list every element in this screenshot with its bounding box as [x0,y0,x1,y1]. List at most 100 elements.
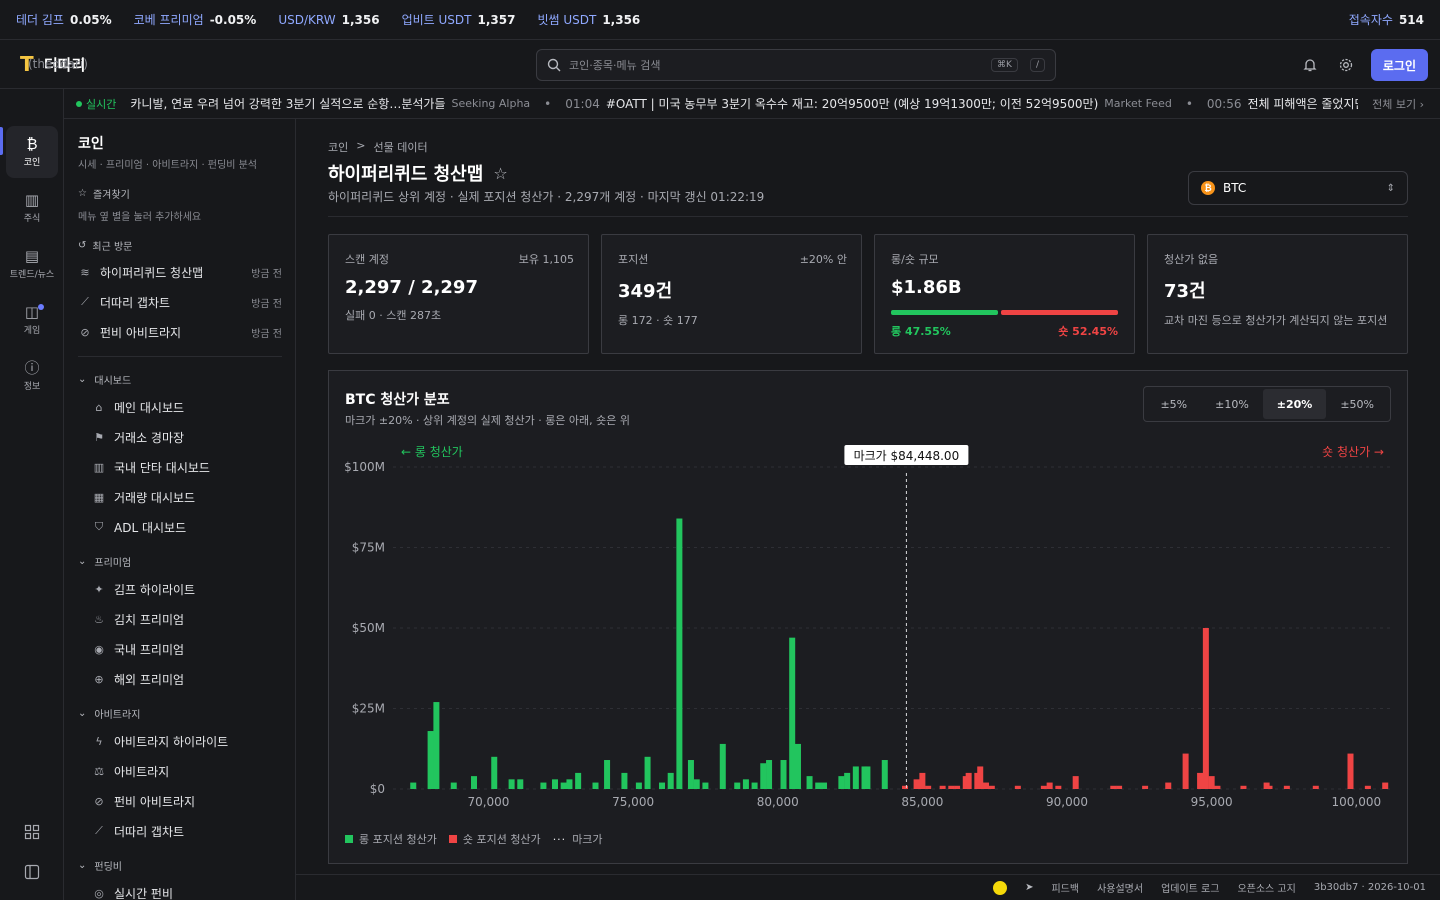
recent-section: ↺ 최근 방문 [78,240,133,253]
breadcrumb-root[interactable]: 코인 [328,139,348,155]
long-liquidation-bar [575,772,582,789]
range-option[interactable]: ±5% [1146,389,1201,419]
percent-icon: ⊘ [94,794,104,808]
short-liquidation-bar [1142,785,1149,789]
group-arbitrage[interactable]: ⌄ 아비트라지 [78,706,140,721]
bell-icon[interactable] [1299,54,1321,76]
short-liquidation-bar [919,772,926,789]
chart-legend: 롱 포지션 청산가 숏 포지션 청산가 ··· 마크가 [345,831,603,847]
ticker-item[interactable]: 테더 김프 0.05% [16,11,112,28]
gear-icon[interactable] [1335,54,1357,76]
news-strip: 실시간 카니발, 연료 우려 넘어 강력한 3분기 실적으로 순항…분석가들 Se… [64,89,1440,119]
app-rail: ₿ 코인 ▥ 주식 ▤ 트렌드/뉴스 ◫ 게임 ⓘ 정보 [0,89,64,900]
range-option-active[interactable]: ±20% [1262,389,1327,419]
see-all-news-link[interactable]: 전체 보기 › [1358,89,1440,118]
percent-icon: ⊘ [80,325,90,339]
history-icon: ↺ [78,240,87,251]
recent-item[interactable]: ⟋ 더따리 갭차트 방금 전 [78,290,282,314]
app-logo[interactable]: T 더따리 (theddari) [0,52,300,76]
search-input[interactable]: 코인·종목·메뉴 검색 ⌘K / [536,49,1056,81]
ticker-item[interactable]: 빗썸 USDT 1,356 [537,11,640,28]
rail-item-news[interactable]: ▤ 트렌드/뉴스 [6,238,58,290]
news-item[interactable]: 01:04 #OATT | 미국 농무부 3분기 옥수수 재고: 20억9500만… [565,95,1172,112]
sidebar-toggle-icon[interactable] [6,846,58,898]
menu-item[interactable]: ◉ 국내 프리미엄 [92,638,184,660]
long-liquidation-bar [491,756,498,789]
news-item[interactable]: 카니발, 연료 우려 넘어 강력한 3분기 실적으로 순항…분석가들 Seekin… [130,95,530,112]
range-option[interactable]: ±50% [1326,389,1388,419]
ticker-bar: 테더 김프 0.05% 코베 프리미엄 -0.05% USD/KRW 1,356 업비… [0,0,1440,40]
flame-icon: ♨ [94,612,104,626]
short-liquidation-bar [1364,785,1371,789]
long-liquidation-bar [667,772,674,789]
short-direction-label: 숏 청산가 → [1322,445,1384,459]
rail-item-game[interactable]: ◫ 게임 [6,294,58,346]
coin-select[interactable]: ₿ BTC ⇕ [1188,171,1408,205]
bolt-icon: ϟ [95,734,103,748]
build-info: 3b30db7 · 2026-10-01 [1313,882,1426,893]
rail-active-indicator [0,127,3,155]
group-dashboard[interactable]: ⌄ 대시보드 [78,372,131,387]
long-liquidation-bar [410,782,417,789]
long-liquidation-bar [881,760,888,789]
ticker-item[interactable]: 업비트 USDT 1,357 [402,11,516,28]
group-funding[interactable]: ⌄ 펀딩비 [78,858,122,873]
ticker-item[interactable]: 코베 프리미엄 -0.05% [134,11,257,28]
chart-title: BTC 청산가 분포 [345,392,450,408]
short-liquidation-bar [913,779,920,789]
chat-icon[interactable] [993,880,1008,895]
login-button[interactable]: 로그인 [1370,49,1428,81]
footer-link[interactable]: 피드백 [1051,880,1079,895]
x-tick-label: 75,000 [612,795,654,809]
map-pin-icon: ◉ [94,642,104,656]
footer: ➤ 피드백 사용설명서 업데이트 로그 오픈소스 고지 3b30db7 · 20… [296,874,1440,900]
range-option[interactable]: ±10% [1201,389,1263,419]
footer-link[interactable]: 오픈소스 고지 [1237,880,1295,895]
news-separator: • [544,96,552,111]
menu-item[interactable]: ⌂ 메인 대시보드 [92,396,185,418]
long-percent: 롱 47.55% [891,325,951,338]
recent-item[interactable]: ⊘ 펀비 아비트라지 방금 전 [78,320,282,344]
footer-link[interactable]: 업데이트 로그 [1161,880,1219,895]
sidebar-subtitle: 시세 · 프리미엄 · 아비트라지 · 펀딩비 분석 [78,160,257,171]
menu-item[interactable]: ◎ 실시간 펀비 [92,882,173,900]
short-liquidation-bar [983,782,990,789]
star-icon[interactable]: ☆ [493,164,507,183]
telegram-icon[interactable]: ➤ [1025,882,1033,893]
ticker-item[interactable]: USD/KRW 1,356 [278,13,379,27]
footer-link[interactable]: 사용설명서 [1097,880,1143,895]
chevron-down-icon: ⌄ [78,556,87,567]
menu-item[interactable]: ⊕ 해외 프리미엄 [92,668,184,690]
menu-item[interactable]: ⊘ 펀비 아비트라지 [92,790,195,812]
rail-item-stock[interactable]: ▥ 주식 [6,182,58,234]
chevron-down-icon: ⌄ [78,860,87,871]
short-liquidation-bar [1266,785,1273,789]
menu-item[interactable]: ⟋ 더따리 갭차트 [92,820,184,842]
live-badge: 실시간 [76,96,116,112]
group-premium[interactable]: ⌄ 프리미엄 [78,554,131,569]
long-liquidation-bar [702,782,709,789]
menu-item[interactable]: ⚖ 아비트라지 [92,760,169,782]
short-liquidation-bar [925,785,932,789]
long-liquidation-bar [433,702,440,789]
short-liquidation-bar [977,766,984,789]
rail-item-info[interactable]: ⓘ 정보 [6,350,58,402]
menu-item[interactable]: ✦ 김프 하이라이트 [92,578,195,600]
menu-item[interactable]: ⛉ ADL 대시보드 [92,516,186,538]
menu-item[interactable]: ϟ 아비트라지 하이라이트 [92,730,228,752]
chart-description: 마크가 ±20% · 상위 계정의 실제 청산가 · 롱은 아래, 숏은 위 [345,414,631,427]
menu-item[interactable]: ⚑ 거래소 경마장 [92,426,184,448]
breadcrumb-separator: > [356,139,366,152]
newspaper-icon: ▤ [24,247,40,265]
short-liquidation-bar [902,785,909,789]
recent-item[interactable]: ≋ 하이퍼리퀴드 청산맵 방금 전 [78,260,282,284]
stat-card-scan: 스캔 계정 보유 1,105 2,297 / 2,297 실패 0 · 스캔 2… [328,234,589,354]
search-placeholder: 코인·종목·메뉴 검색 [569,59,661,72]
bitcoin-icon: ₿ [26,135,38,153]
liquidation-chart-panel: BTC 청산가 분포 마크가 ±20% · 상위 계정의 실제 청산가 · 롱은… [328,370,1408,864]
menu-item[interactable]: ▥ 국내 단타 대시보드 [92,456,210,478]
rail-item-coin[interactable]: ₿ 코인 [6,126,58,178]
long-liquidation-bar [635,782,642,789]
menu-item[interactable]: ▦ 거래량 대시보드 [92,486,195,508]
menu-item[interactable]: ♨ 김치 프리미엄 [92,608,184,630]
